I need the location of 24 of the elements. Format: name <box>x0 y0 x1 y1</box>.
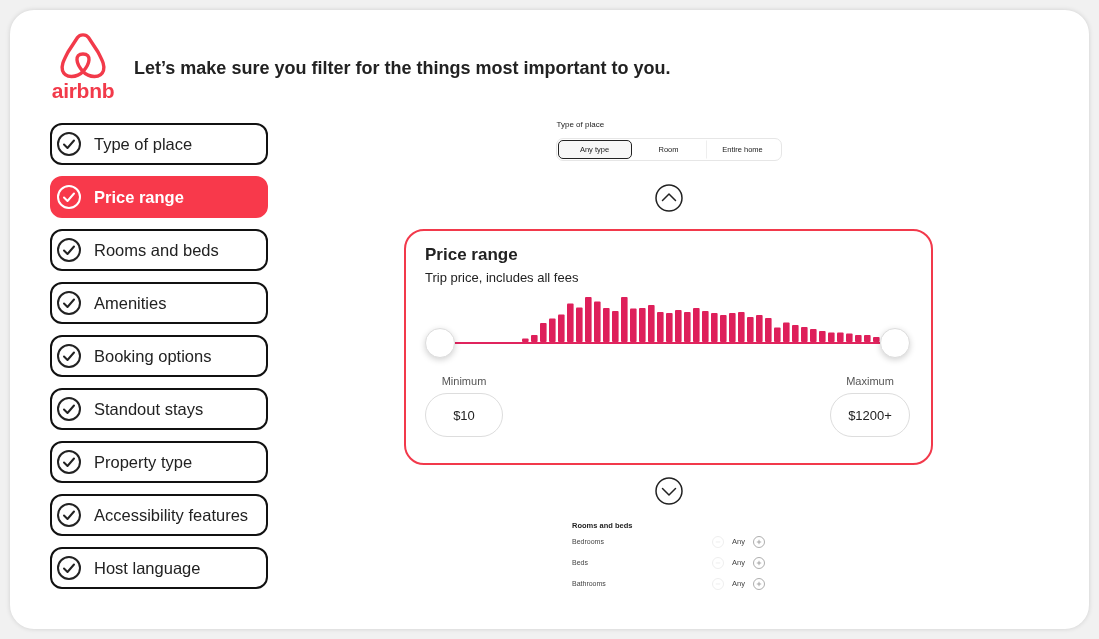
section-title: Type of place <box>556 119 606 131</box>
filter-nav-item[interactable]: Amenities <box>50 282 268 324</box>
filter-nav-item[interactable]: Price range <box>50 176 268 218</box>
filter-nav-item[interactable]: Host language <box>50 547 268 589</box>
slider-handle[interactable] <box>425 328 455 358</box>
card-subtitle: Trip price, includes all fees <box>425 269 580 287</box>
plus-circle-icon[interactable] <box>753 535 765 548</box>
logo-mark-icon <box>59 33 107 79</box>
filter-nav-item[interactable]: Property type <box>50 441 268 483</box>
plus-circle-icon[interactable] <box>753 556 765 569</box>
slider-handle[interactable] <box>880 328 910 358</box>
filter-nav-item[interactable]: Rooms and beds <box>50 229 268 271</box>
page-heading: Let’s make sure you filter for the things most important to you. <box>134 56 671 79</box>
chevron-down-circle-icon[interactable] <box>654 477 683 505</box>
filter-nav-item[interactable]: Booking options <box>50 335 268 377</box>
field-label: Maximum <box>846 375 894 388</box>
logo-wordmark: airbnb <box>51 80 115 102</box>
chevron-up-circle-icon[interactable] <box>654 184 683 212</box>
filter-nav-item[interactable]: Type of place <box>50 123 268 165</box>
card-title: Price range <box>425 244 519 266</box>
filter-nav-item[interactable]: Accessibility features <box>50 494 268 536</box>
filter-nav-item[interactable]: Standout stays <box>50 388 268 430</box>
field-label: Minimum <box>441 375 487 388</box>
plus-circle-icon[interactable] <box>753 577 765 590</box>
